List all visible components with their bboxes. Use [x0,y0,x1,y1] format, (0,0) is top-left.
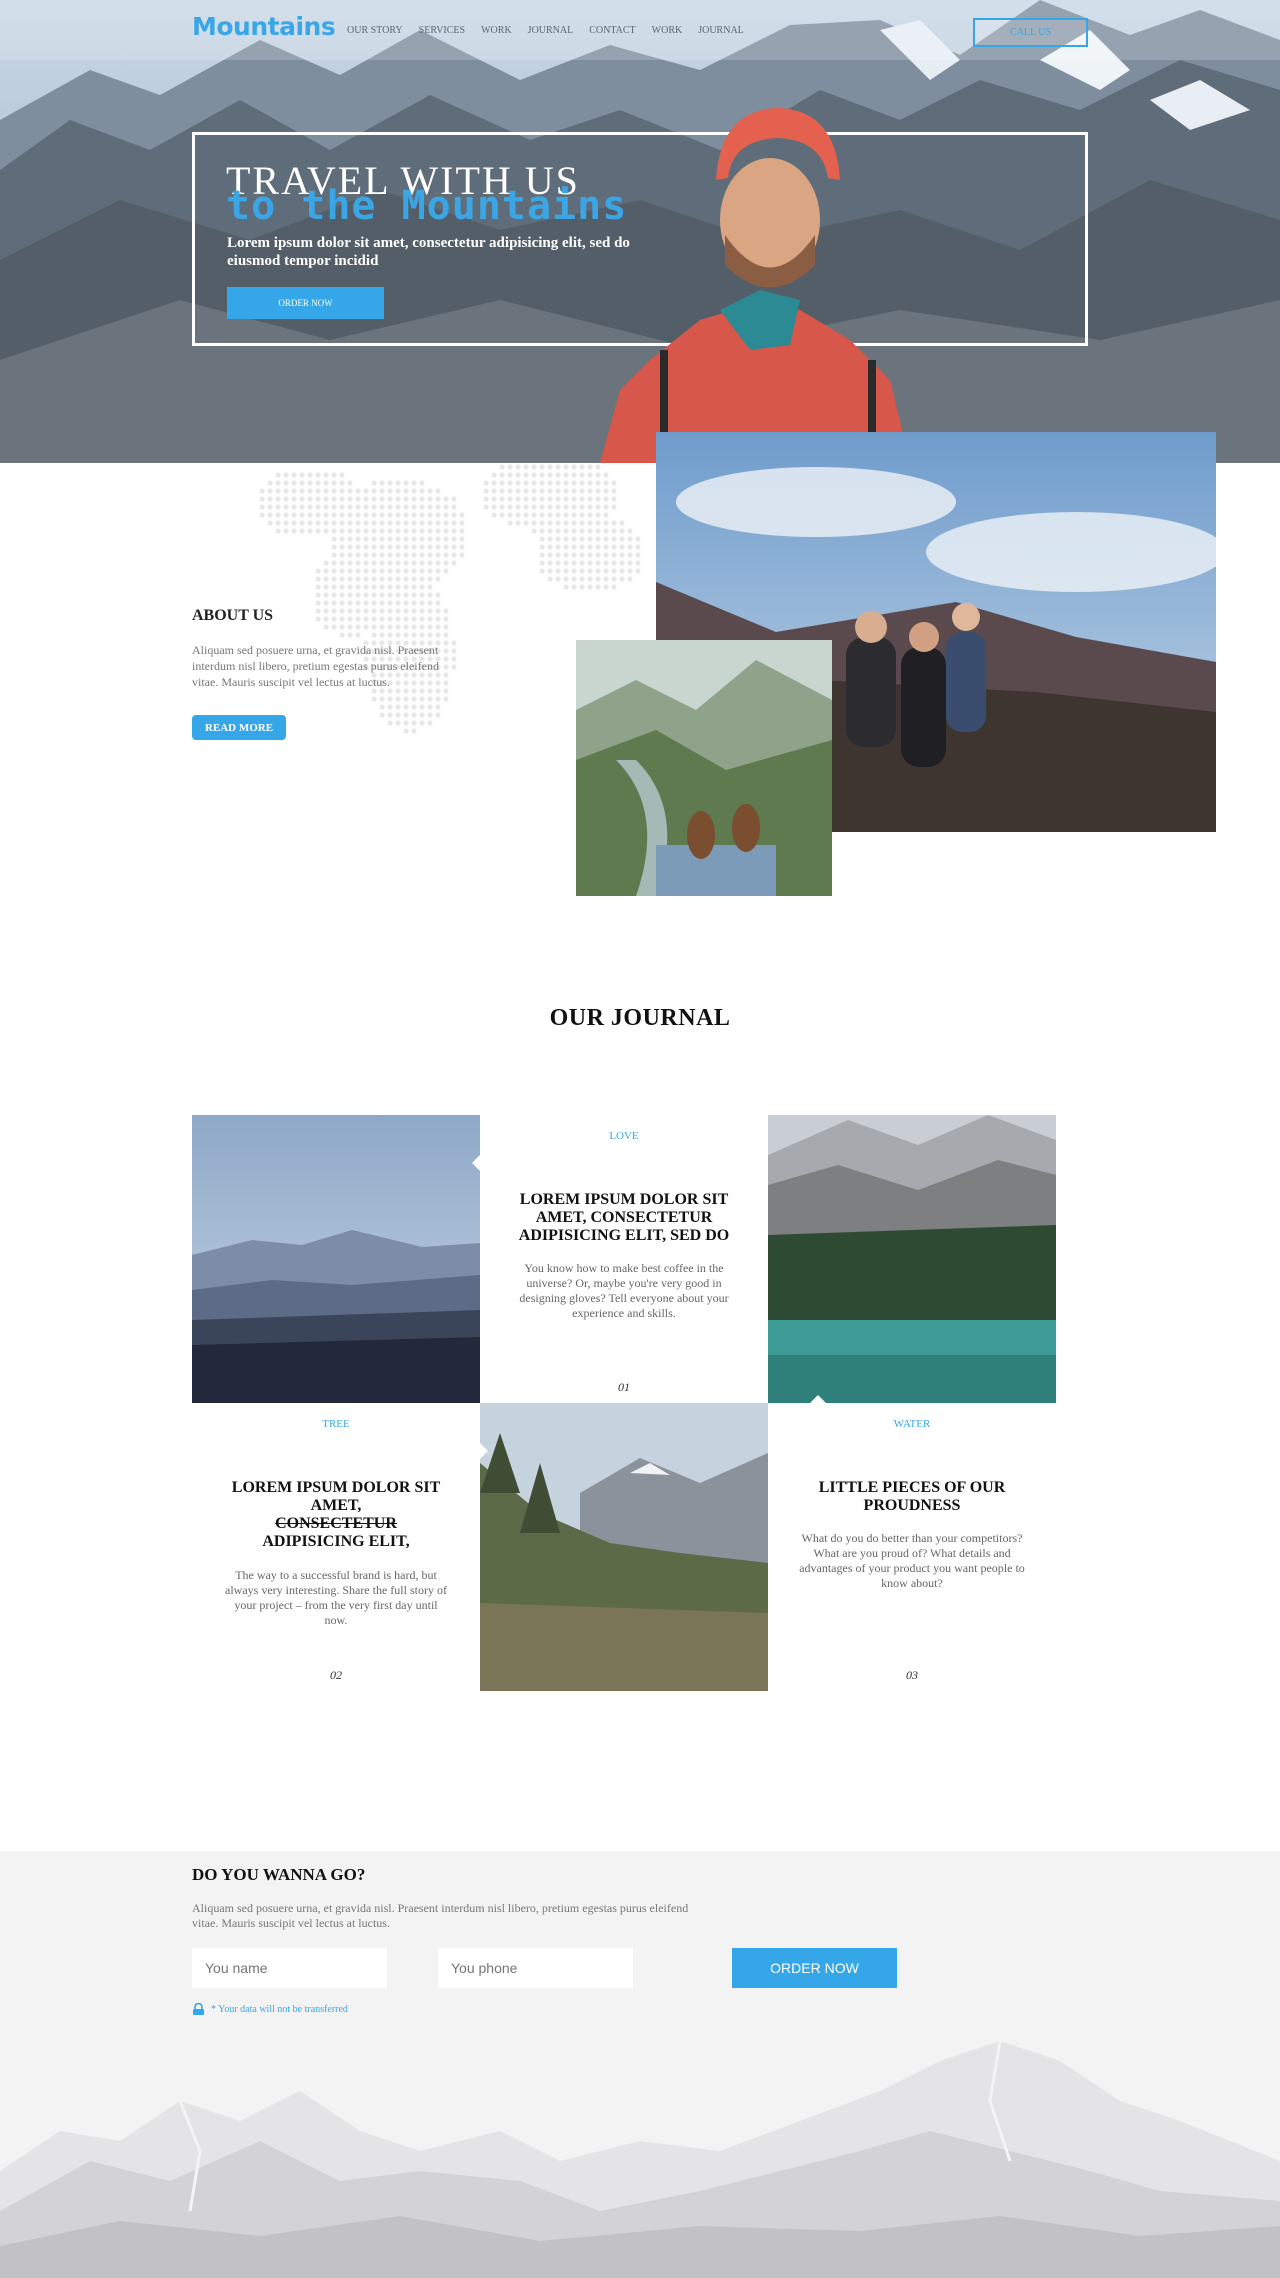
journal-title: OUR JOURNAL [549,1005,731,1031]
name-input[interactable] [192,1948,387,1988]
call-us-button[interactable]: CALL US [973,18,1088,47]
nav-item-our-story[interactable]: OUR STORY [347,25,403,36]
card-number: 01 [618,1380,630,1394]
nav-item-journal-2[interactable]: JOURNAL [698,25,744,36]
journal-image-lake [768,1115,1056,1403]
hiker-photo [600,108,910,463]
card-text: What do you do better than your competit… [799,1531,1025,1590]
order-section: DO YOU WANNA GO? Aliquam sed posuere urn… [0,1851,1280,2278]
card-tag: TREE [322,1418,350,1430]
nav-item-work[interactable]: WORK [481,25,512,36]
snowy-mountains-illustration [0,2040,1280,2278]
card-title: LOREM IPSUM DOLOR SIT AMET, CONSECTETUR AD… [231,1479,441,1550]
card-text: You know how to make best coffee in the … [519,1261,729,1320]
order-title: DO YOU WANNA GO? [192,1865,366,1884]
order-text: Aliquam sed posuere urna, et gravida nis… [192,1901,689,1930]
about-title: ABOUT US [192,607,274,624]
card-number: 02 [330,1668,342,1682]
card-tag: WATER [893,1418,931,1430]
journal-image-misty-forest [192,1115,480,1403]
card-number: 03 [906,1668,918,1682]
order-now-button[interactable]: ORDER NOW [732,1948,897,1988]
card-tag: LOVE [609,1130,639,1142]
journal-card-1[interactable]: LOVE LOREM IPSUM DOLOR SIT AMET, CONSECT… [480,1115,768,1403]
journal-card-2[interactable]: TREE LOREM IPSUM DOLOR SIT AMET, CONSECTE… [192,1403,480,1691]
nav-item-work-2[interactable]: WORK [652,25,683,36]
pointer-arrow [472,1155,480,1171]
journal-card-3[interactable]: WATER LITTLE PIECES OF OUR PROUDNESS Wha… [768,1403,1056,1691]
hero-subtitle: Lorem ipsum dolor sit amet, consectetur … [227,235,630,269]
valley-feet-photo [576,640,832,896]
card-text: The way to a successful brand is hard, b… [225,1568,447,1627]
hero-section: Mountains OUR STORY SERVICES WORK JOURNA… [0,0,1280,463]
hero-title-line2: to the Mountains [226,183,628,229]
about-text: Aliquam sed posuere urna, et gravida nis… [192,643,439,689]
journal-image-pine-slope [480,1403,768,1691]
pointer-arrow [480,1443,488,1459]
card-title: LITTLE PIECES OF OUR PROUDNESS [818,1479,1006,1514]
nav-item-contact[interactable]: CONTACT [589,25,635,36]
card-title: LOREM IPSUM DOLOR SIT AMET, CONSECTETUR … [518,1191,730,1244]
pointer-arrow [810,1395,826,1403]
read-more-button[interactable]: READ MORE [192,715,286,740]
nav-item-services[interactable]: SERVICES [419,25,465,36]
hero-order-now-button[interactable]: ORDER NOW [227,287,384,319]
nav-item-journal[interactable]: JOURNAL [528,25,574,36]
logo[interactable]: Mountains [192,12,336,41]
main-nav: OUR STORY SERVICES WORK JOURNAL CONTACT … [347,25,760,36]
phone-input[interactable] [438,1948,633,1988]
